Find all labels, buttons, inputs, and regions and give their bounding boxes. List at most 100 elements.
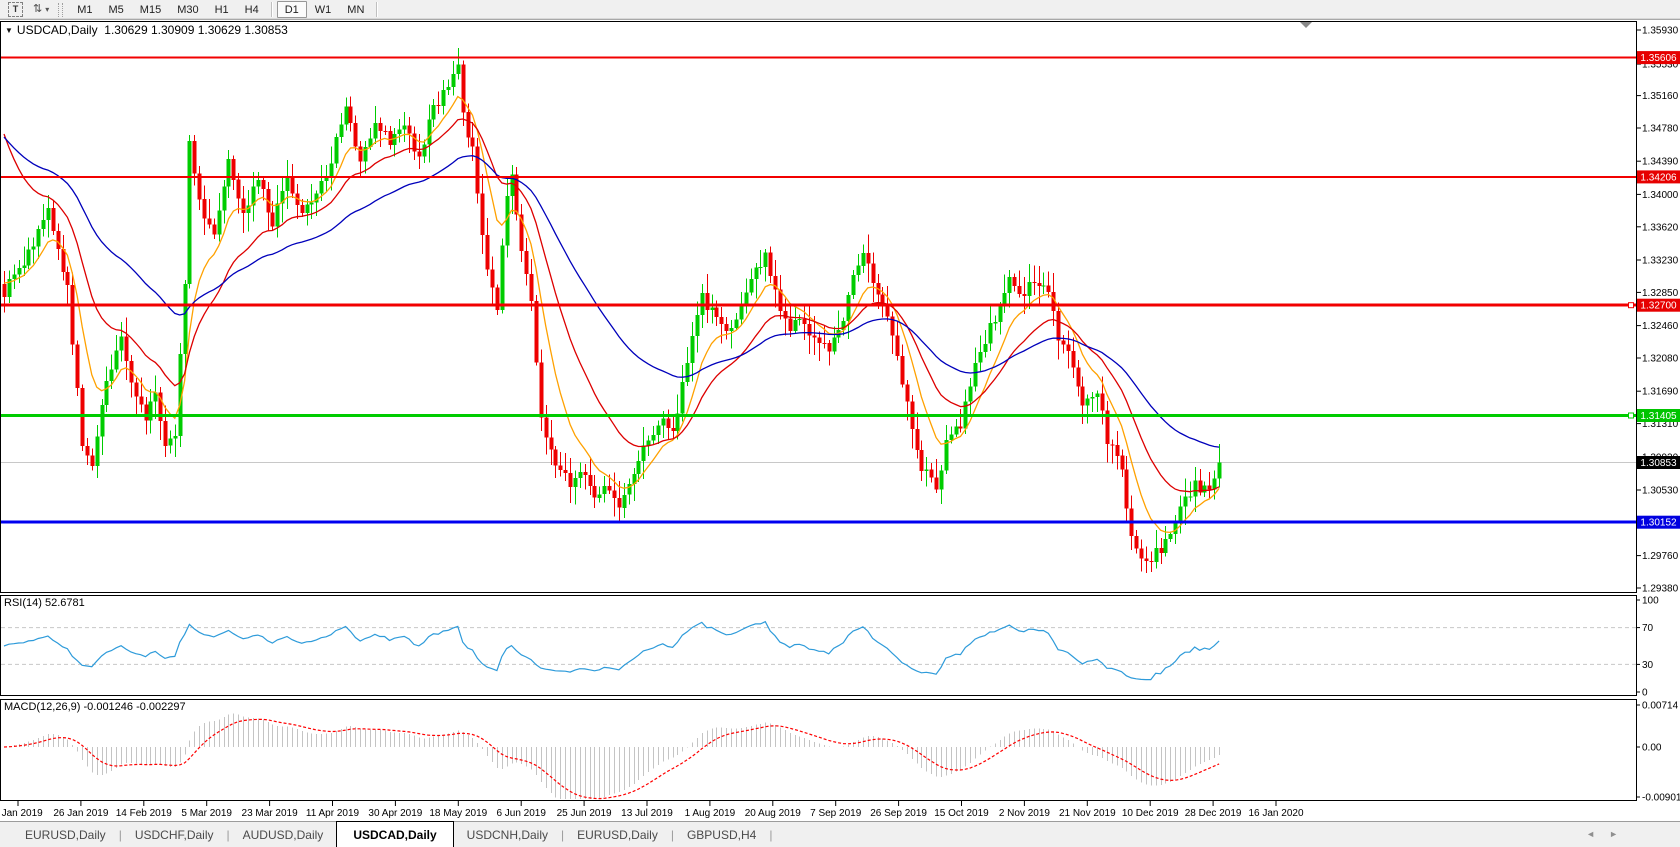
svg-text:1.33620: 1.33620 (1642, 222, 1679, 233)
svg-text:1 Aug 2019: 1 Aug 2019 (685, 808, 736, 819)
svg-text:1.30853: 1.30853 (1640, 458, 1677, 469)
svg-text:23 Mar 2019: 23 Mar 2019 (242, 808, 299, 819)
svg-text:7 Sep 2019: 7 Sep 2019 (810, 808, 862, 819)
svg-text:-0.009015: -0.009015 (1642, 793, 1680, 804)
svg-text:18 May 2019: 18 May 2019 (429, 808, 487, 819)
timeframe-button-M1[interactable]: M1 (69, 1, 100, 18)
candles-group (3, 48, 1222, 573)
tab-scroll-nav: ◄ ► (1586, 821, 1618, 847)
chart-shift-marker-icon[interactable] (1300, 22, 1312, 28)
tab-audusd-daily[interactable]: AUDUSD,Daily (230, 822, 337, 847)
text-tool-icon: T (8, 2, 23, 17)
tab-eurusd-daily[interactable]: EURUSD,Daily (564, 822, 671, 847)
svg-text:5 Mar 2019: 5 Mar 2019 (181, 808, 232, 819)
svg-text:11 Apr 2019: 11 Apr 2019 (306, 808, 360, 819)
svg-text:1.29760: 1.29760 (1642, 551, 1679, 562)
svg-text:1.35930: 1.35930 (1642, 26, 1679, 37)
svg-text:26 Jan 2019: 26 Jan 2019 (53, 808, 108, 819)
toolbar-divider (271, 2, 273, 17)
chart-symbol-title: USDCAD,Daily (17, 23, 98, 37)
rsi-value: 52.6781 (45, 597, 85, 609)
svg-text:1.35160: 1.35160 (1642, 91, 1679, 102)
svg-text:1.32460: 1.32460 (1642, 321, 1679, 332)
chart-tab-bar: EURUSD,Daily|USDCHF,Daily|AUDUSD,DailyUS… (0, 821, 1680, 847)
svg-text:1.31405: 1.31405 (1640, 411, 1677, 422)
timeframe-button-W1[interactable]: W1 (307, 1, 340, 18)
svg-text:25 Jun 2019: 25 Jun 2019 (557, 808, 612, 819)
collapse-triangle-icon[interactable]: ▼ (5, 26, 13, 35)
svg-text:30 Apr 2019: 30 Apr 2019 (368, 808, 422, 819)
svg-text:20 Aug 2019: 20 Aug 2019 (745, 808, 802, 819)
svg-text:0: 0 (1642, 688, 1648, 699)
svg-text:70: 70 (1642, 623, 1654, 634)
chart-ohlc-values: 1.30629 1.30909 1.30629 1.30853 (104, 23, 288, 37)
tab-scroll-left-icon[interactable]: ◄ (1586, 829, 1595, 839)
mt4-window: T ⇅ ▾ M1M5M15M30H1H4D1W1MN 1.359301.3553… (0, 0, 1680, 847)
svg-text:6 Jun 2019: 6 Jun 2019 (496, 808, 546, 819)
svg-text:8 Jan 2019: 8 Jan 2019 (0, 808, 43, 819)
macd-pane-label: MACD(12,26,9) -0.001246 -0.002297 (4, 701, 186, 713)
svg-text:1.32700: 1.32700 (1640, 301, 1677, 312)
tab-usdcad-daily[interactable]: USDCAD,Daily (336, 821, 453, 847)
hline-handle[interactable] (1629, 413, 1634, 418)
svg-text:0.00714: 0.00714 (1642, 701, 1679, 712)
svg-text:1.34206: 1.34206 (1640, 172, 1677, 183)
timeframe-button-M15[interactable]: M15 (132, 1, 169, 18)
timeframe-button-H4[interactable]: H4 (237, 1, 267, 18)
rsi-line (4, 622, 1219, 680)
macd-values: -0.001246 -0.002297 (83, 701, 185, 713)
svg-text:1.31690: 1.31690 (1642, 387, 1679, 398)
rsi-name: RSI(14) (4, 597, 42, 609)
toolbar-divider (376, 2, 378, 17)
toolbar: T ⇅ ▾ M1M5M15M30H1H4 D1W1MN (0, 0, 1680, 20)
svg-text:15 Oct 2019: 15 Oct 2019 (934, 808, 989, 819)
svg-text:30: 30 (1642, 660, 1654, 671)
macd-signal-line (4, 719, 1219, 798)
tab-separator: | (769, 822, 772, 847)
svg-text:14 Feb 2019: 14 Feb 2019 (116, 808, 173, 819)
timeframe-toolbar: M1M5M15M30H1H4 D1W1MN (69, 1, 382, 18)
svg-text:21 Nov 2019: 21 Nov 2019 (1059, 808, 1116, 819)
svg-text:1.33230: 1.33230 (1642, 256, 1679, 267)
svg-text:100: 100 (1642, 596, 1659, 607)
macd-name: MACD(12,26,9) (4, 701, 80, 713)
tab-eurusd-daily[interactable]: EURUSD,Daily (12, 822, 119, 847)
timeframe-button-M30[interactable]: M30 (169, 1, 206, 18)
macd-histogram (5, 714, 1220, 799)
pane-frames (1, 22, 1637, 801)
rsi-pane-label: RSI(14) 52.6781 (4, 597, 85, 609)
timeframe-button-M5[interactable]: M5 (101, 1, 132, 18)
tab-scroll-right-icon[interactable]: ► (1609, 829, 1618, 839)
svg-text:2 Nov 2019: 2 Nov 2019 (999, 808, 1051, 819)
toolbar-grip[interactable] (58, 3, 63, 17)
svg-text:26 Sep 2019: 26 Sep 2019 (870, 808, 927, 819)
tab-usdchf-daily[interactable]: USDCHF,Daily (122, 822, 227, 847)
svg-text:1.29380: 1.29380 (1642, 584, 1679, 595)
svg-text:16 Jan 2020: 16 Jan 2020 (1248, 808, 1303, 819)
svg-text:1.34000: 1.34000 (1642, 190, 1679, 201)
timeframe-button-D1[interactable]: D1 (277, 1, 307, 18)
timeframe-button-H1[interactable]: H1 (207, 1, 237, 18)
svg-text:1.32850: 1.32850 (1642, 288, 1679, 299)
tab-gbpusd-h4[interactable]: GBPUSD,H4 (674, 822, 769, 847)
svg-text:1.34390: 1.34390 (1642, 157, 1679, 168)
date-axis[interactable]: 8 Jan 2019 26 Jan 2019 14 Feb 2019 5 Mar 20… (0, 801, 1304, 819)
indicator-axis: 100 70 30 0 0.00714 0.00 -0.009015 (1636, 596, 1680, 804)
svg-text:1.35606: 1.35606 (1640, 53, 1677, 64)
text-tool-button[interactable]: T (3, 1, 28, 18)
svg-text:1.32080: 1.32080 (1642, 354, 1679, 365)
svg-text:0.00: 0.00 (1642, 743, 1662, 754)
tab-usdcnh-daily[interactable]: USDCNH,Daily (454, 822, 561, 847)
timeframe-button-MN[interactable]: MN (339, 1, 372, 18)
svg-text:13 Jul 2019: 13 Jul 2019 (621, 808, 673, 819)
svg-text:10 Dec 2019: 10 Dec 2019 (1122, 808, 1179, 819)
svg-text:1.30530: 1.30530 (1642, 486, 1679, 497)
svg-text:28 Dec 2019: 28 Dec 2019 (1185, 808, 1242, 819)
svg-text:1.34780: 1.34780 (1642, 124, 1679, 135)
arrows-tool-button[interactable]: ⇅ ▾ (28, 1, 54, 18)
chart-ohlc-header: ▼ USDCAD,Daily 1.30629 1.30909 1.30629 1.… (5, 23, 288, 37)
arrows-tool-icon: ⇅ (33, 3, 42, 16)
chevron-down-icon: ▾ (45, 5, 49, 14)
svg-text:1.30152: 1.30152 (1640, 518, 1677, 529)
hline-handle[interactable] (1629, 303, 1634, 308)
